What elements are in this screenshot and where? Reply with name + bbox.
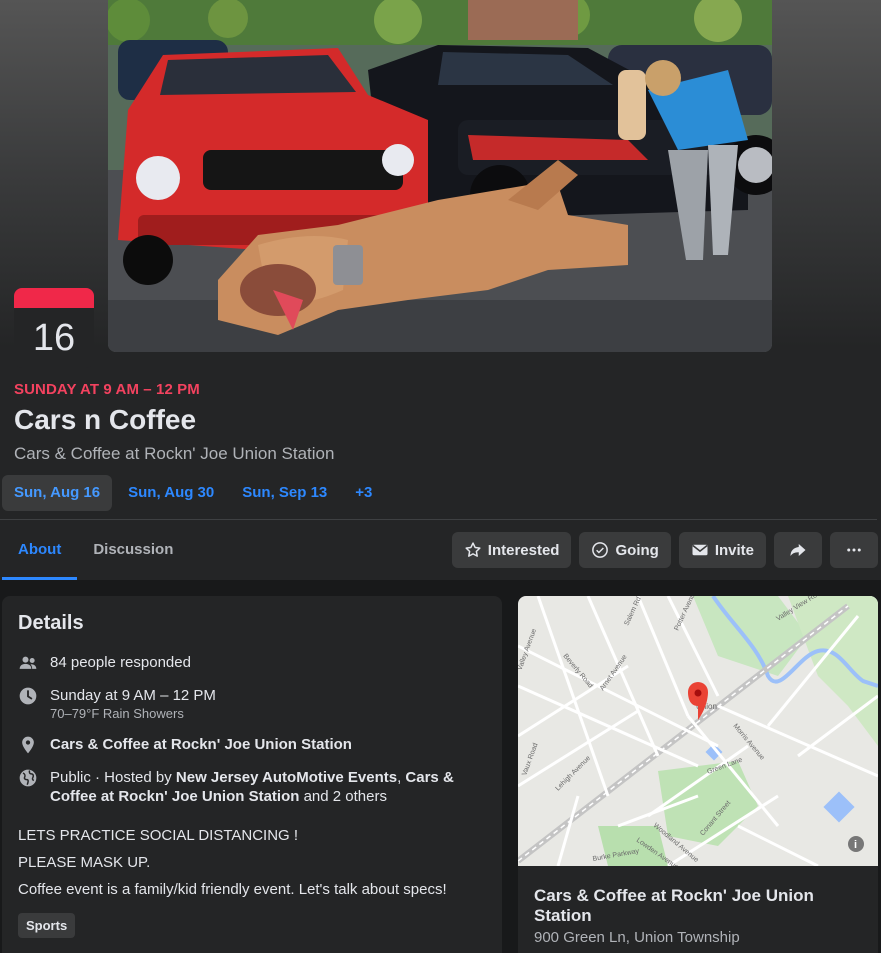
time-row: Sunday at 9 AM – 12 PM 70–79°F Rain Show… — [18, 686, 486, 722]
header-divider — [0, 519, 877, 520]
event-title: Cars n Coffee — [14, 404, 197, 435]
host-others-link[interactable]: and 2 others — [299, 788, 387, 805]
star-icon — [464, 541, 482, 559]
envelope-icon — [691, 541, 709, 559]
interested-label: Interested — [487, 541, 560, 559]
location-pin-icon — [18, 735, 38, 755]
date-badge-day: 16 — [32, 317, 76, 359]
clock-icon — [18, 686, 38, 706]
svg-text:i: i — [854, 839, 857, 851]
ellipsis-icon — [845, 541, 863, 559]
weather-text: 70–79°F Rain Showers — [50, 706, 184, 721]
host-link-nj-automotive[interactable]: New Jersey AutoMotive Events — [176, 769, 397, 786]
date-chip-sep-13[interactable]: Sun, Sep 13 — [230, 475, 339, 511]
cover-photo-image — [108, 0, 772, 352]
event-header: 16 SUNDAY AT 9 AM – 12 PM Cars n Coffee … — [0, 0, 881, 580]
going-button[interactable]: Going — [579, 532, 671, 568]
category-tag[interactable]: Sports — [18, 913, 76, 938]
date-badge-top — [14, 288, 94, 308]
responded-text[interactable]: 84 people responded — [50, 653, 191, 672]
date-chip-aug-16[interactable]: Sun, Aug 16 — [2, 475, 113, 511]
time-text: Sunday at 9 AM – 12 PM — [50, 687, 216, 704]
more-options-button[interactable] — [830, 532, 878, 568]
location-map[interactable]: Union Valley View Road Morris Avenue Gre… — [518, 596, 878, 866]
event-subtitle: Cars & Coffee at Rockn' Joe Union Statio… — [14, 444, 335, 463]
description-line-2: PLEASE MASK UP. — [18, 854, 151, 871]
date-selector: Sun, Aug 16 Sun, Aug 30 Sun, Sep 13 +3 — [2, 475, 384, 511]
details-card: Details 84 people responded Sunday at 9 … — [2, 596, 502, 953]
tab-discussion[interactable]: Discussion — [77, 522, 189, 580]
responded-row: 84 people responded — [18, 653, 486, 673]
event-datetime: SUNDAY AT 9 AM – 12 PM — [14, 381, 200, 398]
invite-button[interactable]: Invite — [678, 532, 766, 568]
map-location-name[interactable]: Cars & Coffee at Rockn' Joe Union Statio… — [534, 886, 834, 926]
event-tabs: About Discussion — [2, 522, 189, 580]
going-label: Going — [615, 541, 659, 559]
location-link[interactable]: Cars & Coffee at Rockn' Joe Union Statio… — [50, 735, 352, 754]
host-prefix: Public · Hosted by — [50, 769, 176, 786]
description-line-1: LETS PRACTICE SOCIAL DISTANCING ! — [18, 827, 299, 844]
map-info-icon[interactable]: i — [848, 836, 864, 852]
invite-label: Invite — [714, 541, 754, 559]
people-icon — [18, 653, 38, 673]
tab-about[interactable]: About — [2, 522, 78, 580]
host-text: Public · Hosted by New Jersey AutoMotive… — [50, 768, 486, 806]
interested-button[interactable]: Interested — [451, 532, 572, 568]
date-badge: 16 — [14, 288, 94, 368]
event-actions: Interested Going Invite — [451, 532, 878, 568]
share-arrow-icon — [789, 541, 807, 559]
map-card: Union Valley View Road Morris Avenue Gre… — [518, 596, 878, 953]
event-description: LETS PRACTICE SOCIAL DISTANCING ! PLEASE… — [18, 822, 486, 903]
date-chip-aug-30[interactable]: Sun, Aug 30 — [116, 475, 226, 511]
details-heading: Details — [18, 612, 84, 634]
globe-icon — [18, 768, 38, 788]
share-button[interactable] — [774, 532, 822, 568]
check-circle-icon — [591, 541, 609, 559]
description-line-3: Coffee event is a family/kid friendly ev… — [18, 881, 447, 898]
map-image: Union Valley View Road Morris Avenue Gre… — [518, 596, 878, 866]
host-row: Public · Hosted by New Jersey AutoMotive… — [18, 768, 486, 806]
map-location-address: 900 Green Ln, Union Township — [534, 929, 740, 946]
more-dates-button[interactable]: +3 — [343, 475, 384, 511]
cover-photo[interactable] — [108, 0, 772, 352]
location-row: Cars & Coffee at Rockn' Joe Union Statio… — [18, 735, 486, 755]
